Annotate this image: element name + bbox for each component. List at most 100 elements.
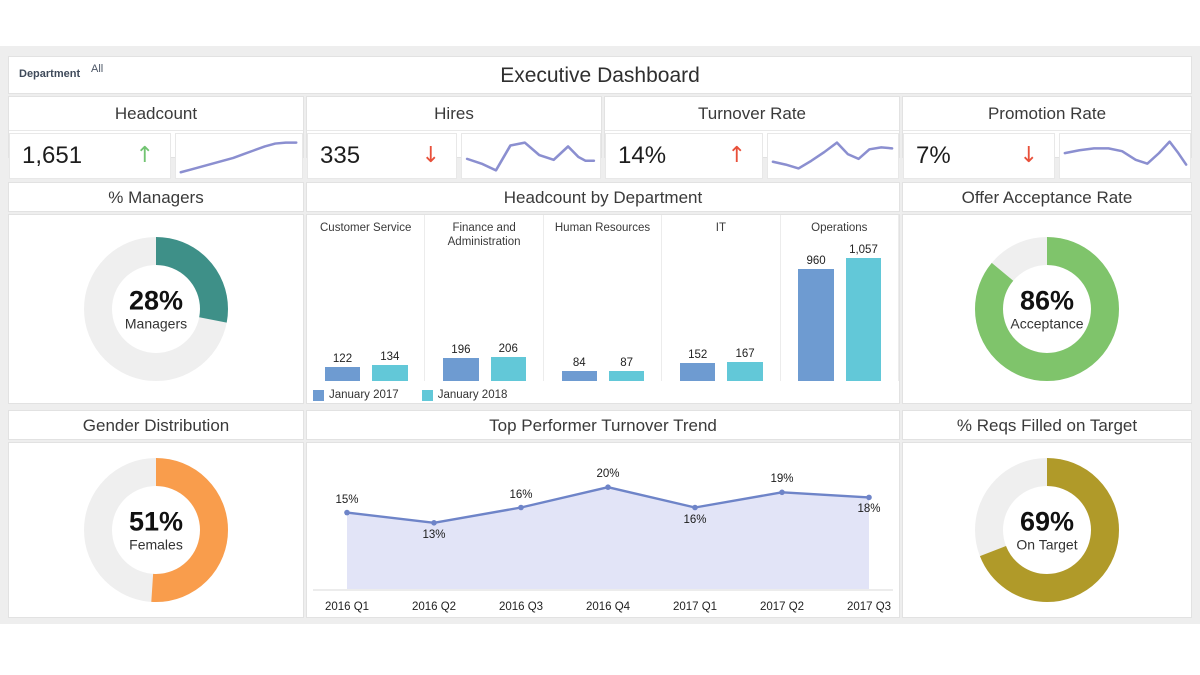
x-axis-tick-label: 2016 Q2 <box>394 601 474 613</box>
bar[interactable] <box>846 258 882 381</box>
arrow-down-icon: ↓ <box>422 145 456 167</box>
data-point-label: 16% <box>669 514 721 526</box>
bar[interactable] <box>798 269 834 381</box>
panel-heading-gender: Gender Distribution <box>9 411 303 441</box>
panel-body-turnover-trend: 2016 Q115%2016 Q213%2016 Q316%2016 Q420%… <box>306 442 900 618</box>
bar[interactable] <box>609 371 645 381</box>
x-axis-tick-label: 2017 Q1 <box>655 601 735 613</box>
bar[interactable] <box>372 365 408 381</box>
kpi-sparkline-turnover-rate <box>767 133 899 179</box>
kpi-title-turnover-rate: Turnover Rate <box>605 97 899 131</box>
kpi-body-promotion-rate: 7% ↓ <box>903 131 1191 159</box>
kpi-sparkline-hires <box>461 133 601 179</box>
donut-center-gender: 51% Females <box>129 507 183 552</box>
panel-title-headcount-dept: Headcount by Department <box>306 182 900 212</box>
donut-percent-managers: 28% <box>125 286 187 314</box>
bar[interactable] <box>727 362 763 381</box>
x-axis-tick-label: 2016 Q1 <box>307 601 387 613</box>
bar-group-it: IT 152167 <box>662 215 780 381</box>
donut-offer-acceptance: 86% Acceptance <box>903 215 1191 403</box>
legend-swatch-icon <box>422 390 433 401</box>
bar[interactable] <box>443 358 479 381</box>
panel-title-reqs-filled: % Reqs Filled on Target <box>902 410 1192 440</box>
bar-group-bars: 8487 <box>544 253 661 381</box>
data-point <box>344 510 350 516</box>
panel-heading-headcount-dept: Headcount by Department <box>307 183 899 213</box>
sparkline-path-headcount <box>181 143 297 173</box>
bar-value-label: 87 <box>600 357 654 369</box>
arrow-down-icon: ↓ <box>1020 145 1054 167</box>
kpi-value-hires: 335 <box>308 142 360 170</box>
sparkline-path-hires <box>467 143 594 171</box>
bar[interactable] <box>491 357 527 381</box>
x-axis-tick-label: 2017 Q2 <box>742 601 822 613</box>
panel-body-headcount-dept: Customer Service122134Finance and Admini… <box>306 214 900 404</box>
panel-heading-reqs-filled: % Reqs Filled on Target <box>903 411 1191 441</box>
donut-percent-gender: 51% <box>129 507 183 535</box>
data-point <box>518 505 524 511</box>
bar[interactable] <box>325 367 361 381</box>
kpi-sparkline-headcount <box>175 133 303 179</box>
line-chart-top-performer-turnover-trend: 2016 Q115%2016 Q213%2016 Q316%2016 Q420%… <box>307 443 899 617</box>
data-point <box>605 484 611 490</box>
kpi-value-box-hires: 335 ↓ <box>307 133 457 179</box>
donut-gender: 51% Females <box>9 443 303 617</box>
panel-title-gender: Gender Distribution <box>8 410 304 440</box>
bar-value-label: 122 <box>316 353 370 365</box>
data-point-label: 20% <box>582 468 634 480</box>
x-axis-tick-label: 2016 Q3 <box>481 601 561 613</box>
data-point-label: 13% <box>408 529 460 541</box>
bar-group-customer-service: Customer Service122134 <box>307 215 425 381</box>
bar[interactable] <box>562 371 598 381</box>
arrow-up-icon: ↑ <box>728 145 762 167</box>
bar-value-label: 84 <box>553 357 607 369</box>
bar[interactable] <box>680 363 716 381</box>
donut-percent-offer-acceptance: 86% <box>1010 286 1083 314</box>
legend-item[interactable]: January 2018 <box>422 389 508 401</box>
bar-value-label: 134 <box>363 351 417 363</box>
kpi-card-promotion-rate: Promotion Rate 7% ↓ <box>902 96 1192 158</box>
bar-value-label: 152 <box>671 349 725 361</box>
bar-category-label: Finance and Administration <box>425 221 542 250</box>
kpi-sparkline-promotion-rate <box>1059 133 1191 179</box>
kpi-body-headcount: 1,651 ↑ <box>9 131 303 159</box>
bar-category-label: IT <box>662 221 779 235</box>
arrow-up-icon: ↑ <box>136 145 170 167</box>
bar-category-label: Human Resources <box>544 221 661 235</box>
donut-caption-managers: Managers <box>125 317 187 332</box>
legend-item[interactable]: January 2017 <box>313 389 399 401</box>
bar-value-label: 167 <box>718 348 772 360</box>
panel-heading-offer-acceptance: Offer Acceptance Rate <box>903 183 1191 213</box>
kpi-card-hires: Hires 335 ↓ <box>306 96 602 158</box>
bar-group-bars: 152167 <box>662 253 779 381</box>
bar-group-bars: 196206 <box>425 253 542 381</box>
kpi-value-box-headcount: 1,651 ↑ <box>9 133 171 179</box>
kpi-title-headcount: Headcount <box>9 97 303 131</box>
bar-value-label: 1,057 <box>837 244 891 256</box>
legend-label: January 2017 <box>329 389 399 401</box>
donut-percent-reqs-filled: 69% <box>1016 507 1077 535</box>
kpi-body-turnover-rate: 14% ↑ <box>605 131 899 159</box>
bar-group-finance-and-administration: Finance and Administration 196206 <box>425 215 543 381</box>
kpi-value-headcount: 1,651 <box>10 142 82 170</box>
dashboard-screen: Department All Executive Dashboard Headc… <box>0 0 1200 675</box>
sparkline-path-turnover-rate <box>773 143 892 169</box>
panel-body-reqs-filled: 69% On Target <box>902 442 1192 618</box>
data-point <box>692 505 698 511</box>
panel-heading-turnover-trend: Top Performer Turnover Trend <box>307 411 899 441</box>
kpi-title-hires: Hires <box>307 97 601 131</box>
donut-caption-gender: Females <box>129 538 183 553</box>
panel-title-managers: % Managers <box>8 182 304 212</box>
page-title: Executive Dashboard <box>9 57 1191 95</box>
data-point <box>866 495 872 501</box>
bar-chart-headcount-by-department: Customer Service122134Finance and Admini… <box>307 215 899 403</box>
data-point-label: 18% <box>843 503 895 515</box>
bar-group-bars: 9601,057 <box>781 253 898 381</box>
legend-label: January 2018 <box>438 389 508 401</box>
data-point <box>779 490 785 496</box>
panel-title-turnover-trend: Top Performer Turnover Trend <box>306 410 900 440</box>
x-axis-tick-label: 2016 Q4 <box>568 601 648 613</box>
donut-center-reqs-filled: 69% On Target <box>1016 507 1077 552</box>
donut-center-managers: 28% Managers <box>125 286 187 331</box>
kpi-value-box-turnover-rate: 14% ↑ <box>605 133 763 179</box>
